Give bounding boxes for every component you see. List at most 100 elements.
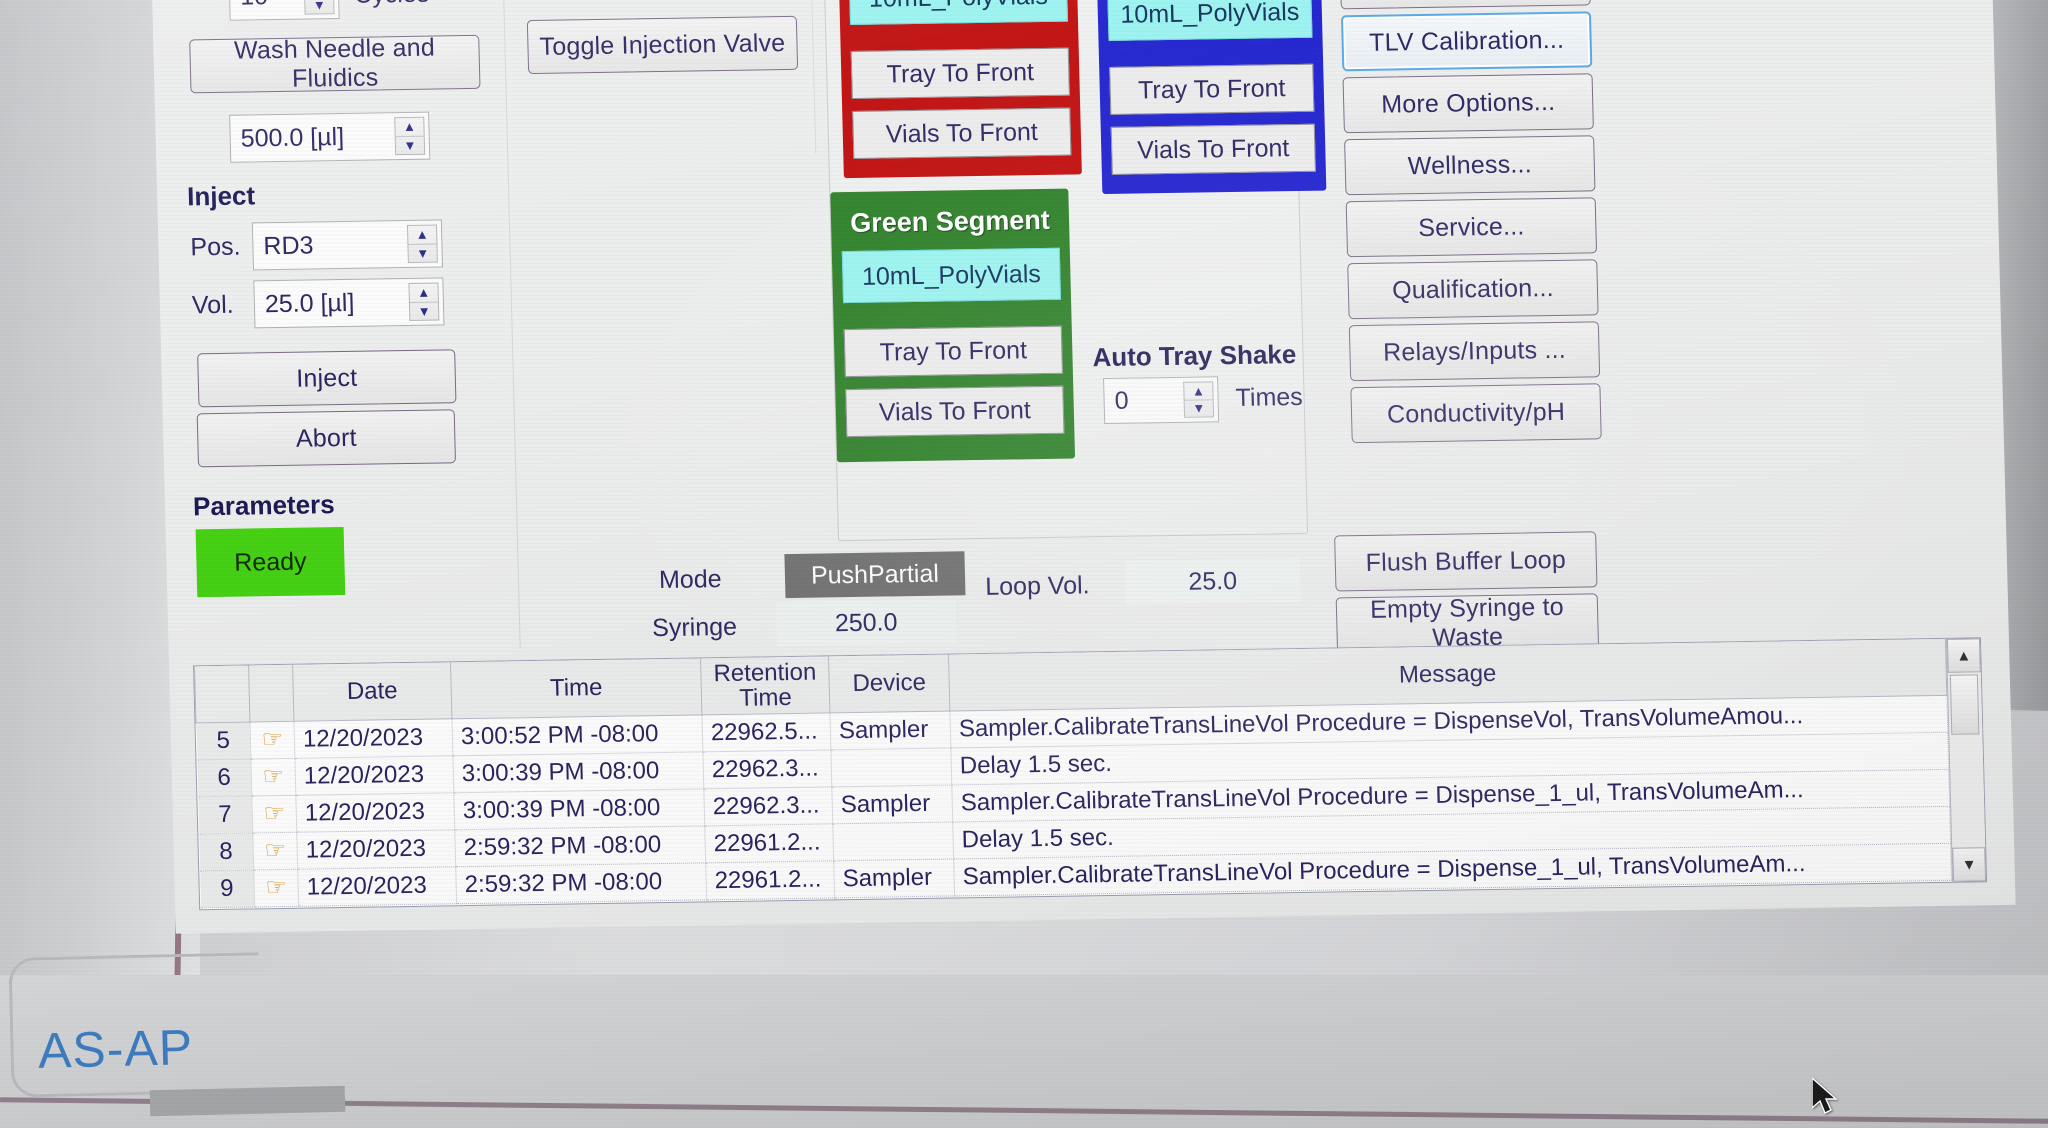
abort-button[interactable]: Abort xyxy=(196,409,456,468)
asap-logo: AS-AP xyxy=(37,1019,194,1079)
position-panel: Current Position: Load Toggle Injection … xyxy=(509,0,817,159)
cell-time: 2:59:32 PM -08:00 xyxy=(454,825,706,867)
vial-type-combo-red[interactable]: 10mL_PolyVials xyxy=(848,0,1069,26)
stepper-down-icon[interactable]: ▼ xyxy=(305,0,333,14)
cell-date: 12/20/2023 xyxy=(295,792,455,832)
tlv-calibration-button[interactable]: TLV Calibration... xyxy=(1340,11,1593,72)
flush-buffer-loop-button[interactable]: Flush Buffer Loop xyxy=(1334,531,1598,592)
pointing-hand-icon: ☞ xyxy=(253,868,299,907)
row-number: 9 xyxy=(199,869,255,908)
pointing-hand-icon: ☞ xyxy=(250,757,296,796)
cell-time: 3:00:39 PM -08:00 xyxy=(453,788,705,830)
cell-time: 3:00:39 PM -08:00 xyxy=(452,751,704,793)
tray-to-front-button-red[interactable]: Tray To Front xyxy=(850,47,1070,99)
cell-device xyxy=(832,821,954,861)
alignment-button[interactable]: Alignment xyxy=(1339,0,1591,10)
pointing-hand-icon: ☞ xyxy=(249,720,295,759)
cycles-input[interactable]: 10 ▲ ▼ xyxy=(228,0,340,21)
cell-retention-time: 22961.2... xyxy=(705,860,835,900)
col-retention-time[interactable]: Retention Time xyxy=(700,656,830,715)
mode-value[interactable]: PushPartial xyxy=(784,551,966,599)
service-button[interactable]: Service... xyxy=(1345,197,1598,258)
scrollbar-thumb[interactable] xyxy=(1949,674,1980,735)
app-window: Idle Prime Syringe 10 ▲ ▼ Cycles Wash Ne… xyxy=(150,0,2016,934)
cell-retention-time: 22962.5... xyxy=(701,712,831,752)
pos-label: Pos. xyxy=(190,232,241,262)
stepper-down-icon[interactable]: ▼ xyxy=(1185,400,1213,417)
stepper-up-icon[interactable]: ▲ xyxy=(409,283,438,303)
col-icon[interactable] xyxy=(248,664,294,722)
pos-stepper[interactable]: ▲ ▼ xyxy=(406,224,438,263)
stepper-up-icon[interactable]: ▲ xyxy=(407,225,437,245)
loop-vol-value: 25.0 xyxy=(1124,557,1301,605)
vials-to-front-button-green[interactable]: Vials To Front xyxy=(845,385,1065,438)
relays-inputs-button[interactable]: Relays/Inputs ... xyxy=(1348,321,1601,382)
cell-retention-time: 22962.3... xyxy=(703,786,833,826)
vials-to-front-button-blue[interactable]: Vials To Front xyxy=(1110,123,1316,175)
volume-input[interactable]: 500.0 [µl] ▲ ▼ xyxy=(229,111,431,163)
vol-stepper[interactable]: ▲ ▼ xyxy=(408,282,440,321)
fluidics-panel: Prime Syringe 10 ▲ ▼ Cycles Wash Needle … xyxy=(171,0,521,654)
row-number: 8 xyxy=(198,832,254,871)
tray-segment-red: Red Segment 10mL_PolyVials Tray To Front… xyxy=(837,0,1082,179)
stepper-down-icon[interactable]: ▼ xyxy=(410,302,438,320)
scroll-up-arrow-icon[interactable]: ▲ xyxy=(1946,638,1981,673)
pos-value: RD3 xyxy=(263,230,314,260)
pointing-hand-icon: ☞ xyxy=(251,794,297,833)
cell-time: 2:59:32 PM -08:00 xyxy=(455,862,707,904)
cycles-value: 10 xyxy=(240,0,269,11)
cycles-label: Cycles xyxy=(354,0,430,10)
syringe-label: Syringe xyxy=(651,612,738,643)
screen-photo: Idle Prime Syringe 10 ▲ ▼ Cycles Wash Ne… xyxy=(0,0,2048,1128)
scroll-down-arrow-icon[interactable]: ▼ xyxy=(1952,847,1987,882)
conductivity-ph-button[interactable]: Conductivity/pH xyxy=(1350,383,1602,444)
stepper-down-icon[interactable]: ▼ xyxy=(396,136,424,154)
tray-segment-green: Green Segment 10mL_PolyVials Tray To Fro… xyxy=(830,188,1076,463)
vol-input[interactable]: 25.0 [µl] ▲ ▼ xyxy=(253,277,445,329)
pointing-hand-icon: ☞ xyxy=(252,831,298,870)
toggle-injection-valve-button[interactable]: Toggle Injection Valve xyxy=(526,15,799,75)
segment-title-green: Green Segment xyxy=(849,204,1051,239)
qualification-button[interactable]: Qualification... xyxy=(1347,259,1599,320)
device-foot xyxy=(149,1085,346,1117)
inject-section-title: Inject xyxy=(186,180,256,212)
log-table: Date Time Retention Time Device Message … xyxy=(194,638,1952,908)
tray-to-front-button-blue[interactable]: Tray To Front xyxy=(1109,63,1315,115)
vial-type-combo-green[interactable]: 10mL_PolyVials xyxy=(841,247,1062,304)
stepper-up-icon[interactable]: ▲ xyxy=(1184,382,1213,401)
log-vertical-scrollbar[interactable]: ▲ ▼ xyxy=(1945,638,1987,882)
row-number: 5 xyxy=(195,721,251,760)
more-options-button[interactable]: More Options... xyxy=(1342,73,1594,134)
col-rownum[interactable] xyxy=(194,665,250,723)
vials-to-front-button-red[interactable]: Vials To Front xyxy=(852,107,1072,159)
vial-type-combo-blue[interactable]: 10mL_PolyVials xyxy=(1107,0,1313,41)
cell-time: 3:00:52 PM -08:00 xyxy=(451,714,703,756)
auto-tray-shake-units: Times xyxy=(1235,382,1304,412)
cell-device: Sampler xyxy=(831,784,953,824)
volume-stepper[interactable]: ▲ ▼ xyxy=(394,116,426,156)
tray-segment-blue: Blue Segment 10mL_PolyVials Tray To Fron… xyxy=(1095,0,1327,195)
cell-device xyxy=(830,747,952,787)
volume-value: 500.0 [µl] xyxy=(240,122,345,153)
auto-tray-shake-title: Auto Tray Shake xyxy=(1092,339,1297,373)
vol-value: 25.0 [µl] xyxy=(264,288,355,318)
cycles-stepper[interactable]: ▲ ▼ xyxy=(303,0,335,15)
stepper-down-icon[interactable]: ▼ xyxy=(408,244,436,262)
side-button-panel: Alignment TLV Calibration... More Option… xyxy=(1320,0,1626,545)
tray-to-front-button-green[interactable]: Tray To Front xyxy=(843,325,1063,378)
auto-tray-shake-value: 0 xyxy=(1114,386,1129,415)
wash-needle-fluidics-button[interactable]: Wash Needle and Fluidics xyxy=(189,34,481,94)
col-date[interactable]: Date xyxy=(292,662,452,721)
stepper-up-icon[interactable]: ▲ xyxy=(395,117,424,137)
auto-tray-shake-input[interactable]: 0 ▲ ▼ xyxy=(1103,376,1220,425)
col-device[interactable]: Device xyxy=(828,654,950,713)
vol-label: Vol. xyxy=(191,290,234,320)
pos-input[interactable]: RD3 ▲ ▼ xyxy=(251,219,444,271)
col-time[interactable]: Time xyxy=(450,658,702,719)
auto-tray-shake-stepper[interactable]: ▲ ▼ xyxy=(1183,381,1215,418)
mode-label: Mode xyxy=(658,565,722,595)
wellness-button[interactable]: Wellness... xyxy=(1344,135,1596,196)
log-table-body: 5 ☞ 12/20/2023 3:00:52 PM -08:00 22962.5... S… xyxy=(195,694,1952,908)
inject-button[interactable]: Inject xyxy=(197,349,457,408)
log-table-panel: Date Time Retention Time Device Message … xyxy=(193,637,1988,911)
